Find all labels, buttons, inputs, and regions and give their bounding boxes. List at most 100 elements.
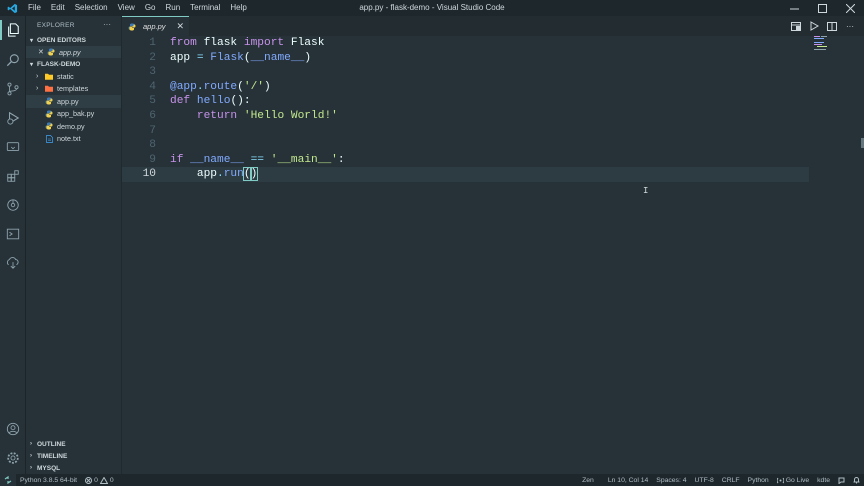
line-number: 8 — [149, 139, 156, 152]
menu-view[interactable]: View — [113, 0, 140, 16]
close-editor-icon[interactable]: ✕ — [38, 48, 47, 56]
menu-help[interactable]: Help — [225, 0, 251, 16]
account-icon[interactable] — [3, 419, 23, 439]
run-icon — [810, 21, 819, 31]
code-line: 9 if __name__ == '__main__': — [122, 153, 809, 168]
extensions-icon[interactable] — [3, 166, 23, 186]
search-icon[interactable] — [3, 50, 23, 70]
open-editor-item[interactable]: ✕ app.py — [26, 46, 121, 59]
python-interpreter[interactable]: Python 3.8.5 64-bit — [16, 477, 81, 484]
more-actions-icon[interactable]: ··· — [103, 20, 111, 29]
encoding[interactable]: UTF-8 — [691, 477, 718, 484]
notifications-button[interactable] — [834, 477, 849, 484]
code-line: 2 app = Flask(__name__) — [122, 51, 809, 66]
error-icon — [85, 476, 93, 484]
menu-go[interactable]: Go — [140, 0, 161, 16]
problems-indicator[interactable]: 0 0 — [81, 476, 118, 484]
chevron-right-icon: › — [30, 441, 32, 447]
menu-selection[interactable]: Selection — [70, 0, 113, 16]
code-line: 1 from flask import Flask — [122, 36, 809, 51]
editor-actions: ··· — [790, 19, 856, 33]
line-number: 4 — [149, 80, 156, 93]
end-of-line[interactable]: CRLF — [718, 477, 744, 484]
outline-section[interactable]: › OUTLINE — [26, 438, 122, 450]
menu-bar: File Edit Selection View Go Run Terminal… — [23, 0, 252, 16]
workspace-folder-title: FLASK-DEMO — [37, 60, 81, 68]
workspace-folder-section[interactable]: ▾ FLASK-DEMO — [26, 58, 121, 70]
timeline-section[interactable]: › TIMELINE — [26, 450, 122, 462]
remote-explorer-icon[interactable] — [3, 137, 23, 157]
live-share-icon[interactable] — [3, 253, 23, 273]
chevron-down-icon: ▾ — [30, 61, 34, 68]
minimap[interactable] — [812, 36, 858, 50]
chevron-right-icon: › — [36, 73, 39, 81]
tab-close-icon[interactable]: ✕ — [176, 21, 184, 32]
open-editor-label: app.py — [59, 47, 81, 57]
python-file-icon — [128, 23, 136, 31]
remote-indicator[interactable] — [0, 474, 16, 486]
go-live-button[interactable]: Go Live — [773, 477, 813, 484]
tree-item-demo-py[interactable]: demo.py — [26, 120, 121, 132]
settings-icon[interactable] — [3, 448, 23, 468]
terminal-icon[interactable] — [3, 224, 23, 244]
text-cursor — [257, 167, 259, 180]
tree-item-static[interactable]: › static — [26, 70, 121, 82]
window-controls — [780, 0, 864, 16]
run-file-button[interactable] — [808, 19, 820, 33]
chevron-right-icon: › — [30, 453, 32, 459]
menu-run[interactable]: Run — [160, 0, 185, 16]
code-text: @app.route('/') — [170, 80, 271, 93]
maximize-button[interactable] — [808, 0, 836, 16]
code-text: def hello(): — [170, 95, 251, 108]
code-line: 3 — [122, 65, 809, 80]
line-number: 2 — [149, 51, 156, 64]
open-preview-button[interactable] — [790, 19, 802, 33]
tree-item-app-bak-py[interactable]: app_bak.py — [26, 108, 121, 120]
mysql-section[interactable]: › MYSQL — [26, 462, 122, 474]
code-text: from flask import Flask — [170, 37, 325, 49]
activity-bar — [0, 16, 26, 474]
menu-terminal[interactable]: Terminal — [185, 0, 225, 16]
tree-item-label: app.py — [57, 96, 79, 106]
tree-item-app-py[interactable]: app.py — [26, 95, 121, 108]
bell-button[interactable] — [849, 476, 864, 484]
open-editors-title: OPEN EDITORS — [37, 36, 87, 44]
tree-item-label: app_bak.py — [57, 109, 95, 119]
zen-mode[interactable]: Zen — [578, 477, 598, 484]
split-editor-button[interactable] — [826, 19, 838, 33]
code-line: 7 — [122, 124, 809, 139]
source-control-icon[interactable] — [3, 79, 23, 99]
close-icon — [845, 3, 855, 13]
split-editor-icon — [827, 21, 837, 31]
more-actions-button[interactable]: ··· — [844, 19, 856, 33]
explorer-icon[interactable] — [0, 20, 23, 40]
open-editors-section[interactable]: ▾ OPEN EDITORS — [26, 34, 121, 46]
code-editor[interactable]: 1 from flask import Flask 2 app = Flask(… — [122, 36, 864, 474]
indentation[interactable]: Spaces: 4 — [652, 477, 690, 484]
git-lens-icon[interactable] — [3, 195, 23, 215]
tab-app-py[interactable]: app.py ✕ — [122, 16, 189, 36]
mouse-cursor-icon: I — [643, 186, 649, 196]
tree-item-label: demo.py — [57, 121, 85, 131]
line-number: 6 — [149, 110, 156, 122]
account-name[interactable]: kdte — [813, 477, 834, 484]
close-window-button[interactable] — [836, 0, 864, 16]
tree-item-templates[interactable]: › templates — [26, 83, 121, 95]
code-text: if __name__ == '__main__': — [170, 153, 345, 166]
run-debug-icon[interactable] — [3, 108, 23, 128]
status-bar: Python 3.8.5 64-bit 0 0 Zen Ln 10, Col 1… — [0, 474, 864, 486]
chevron-down-icon: ▾ — [30, 37, 34, 44]
code-line: 4 @app.route('/') — [122, 80, 809, 95]
open-preview-icon — [791, 21, 801, 31]
python-file-icon — [45, 97, 53, 105]
outline-title: OUTLINE — [37, 440, 66, 448]
vscode-logo-icon — [4, 0, 20, 16]
language-mode[interactable]: Python — [744, 477, 773, 484]
menu-edit[interactable]: Edit — [46, 0, 70, 16]
menu-file[interactable]: File — [23, 0, 46, 16]
title-bar: File Edit Selection View Go Run Terminal… — [0, 0, 864, 16]
tree-item-note-txt[interactable]: note.txt — [26, 132, 121, 144]
cursor-position[interactable]: Ln 10, Col 14 — [604, 477, 652, 484]
line-number: 9 — [149, 153, 156, 166]
minimize-button[interactable] — [780, 0, 808, 16]
